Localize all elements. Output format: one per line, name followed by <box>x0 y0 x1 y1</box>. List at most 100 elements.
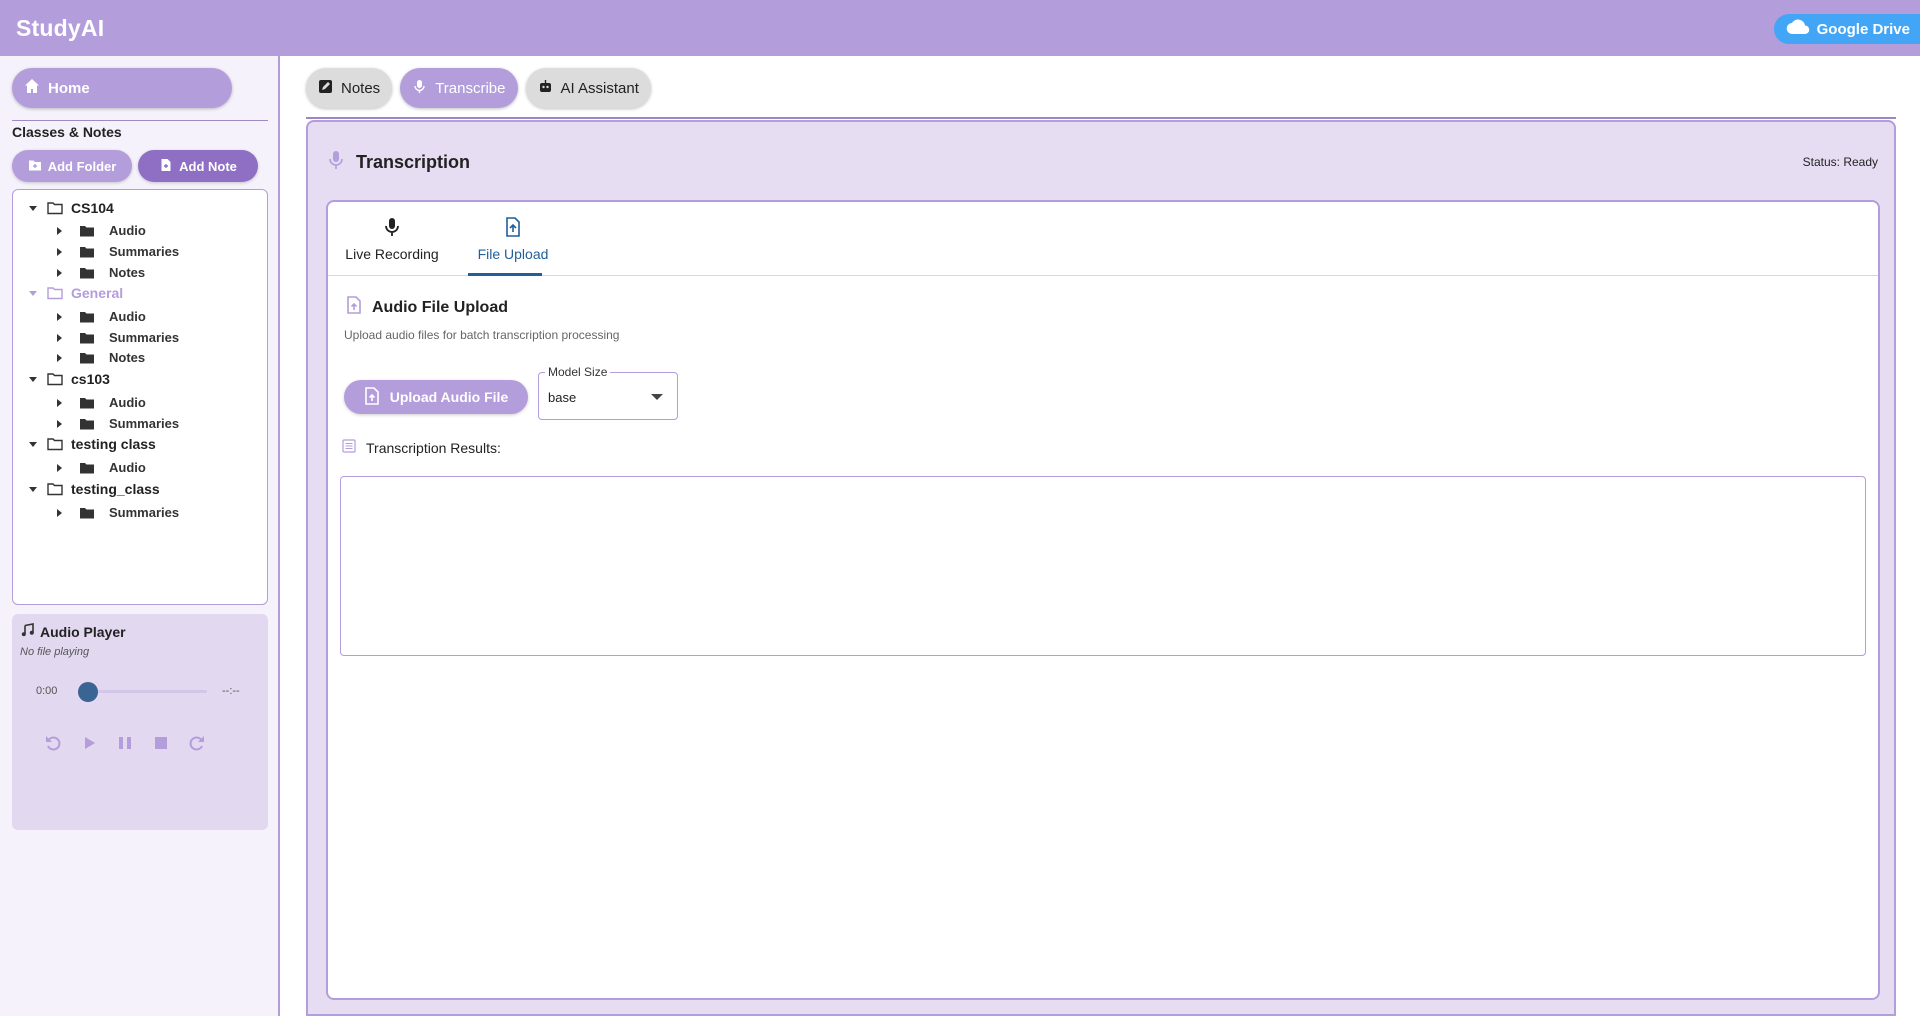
tree-folder-label: CS104 <box>71 200 114 216</box>
pause-icon <box>115 733 135 758</box>
tab-ai-assistant[interactable]: AI Assistant <box>525 68 651 108</box>
caret-right-icon[interactable] <box>53 418 65 430</box>
stop-icon <box>151 733 171 758</box>
subtab-live-recording-label: Live Recording <box>345 245 439 262</box>
results-heading-text: Transcription Results: <box>366 439 501 456</box>
now-playing-text: No file playing <box>20 646 90 658</box>
caret-down-icon[interactable] <box>27 483 39 495</box>
add-folder-button[interactable]: Add Folder <box>12 150 132 182</box>
transcription-subtabs: Live Recording File Upload <box>328 202 1878 276</box>
folder-outline-icon <box>47 372 63 386</box>
tree-subfolder[interactable]: Notes <box>53 350 145 365</box>
music-note-icon <box>21 623 35 640</box>
caret-down-icon[interactable] <box>27 373 39 385</box>
tree-folder-general[interactable]: General <box>27 285 123 301</box>
upload-audio-file-label: Upload Audio File <box>389 389 509 405</box>
tab-transcribe[interactable]: Transcribe <box>400 68 518 108</box>
caret-right-icon[interactable] <box>53 267 65 279</box>
tab-transcribe-label: Transcribe <box>435 79 506 97</box>
seek-slider-thumb[interactable] <box>78 682 98 702</box>
caret-right-icon[interactable] <box>53 397 65 409</box>
caret-right-icon[interactable] <box>53 462 65 474</box>
folder-plus-icon <box>28 158 42 175</box>
tree-folder-label: testing_class <box>71 481 160 497</box>
transcription-results-box[interactable] <box>340 476 1866 656</box>
caret-right-icon[interactable] <box>53 246 65 258</box>
folder-icon <box>79 417 95 431</box>
subtab-file-upload-label: File Upload <box>477 245 549 262</box>
tree-subfolder-label: Summaries <box>109 416 180 431</box>
replay-icon <box>43 733 63 758</box>
caret-right-icon[interactable] <box>53 507 65 519</box>
tree-folder-cs103[interactable]: cs103 <box>27 371 110 387</box>
tab-notes-label: Notes <box>341 79 381 97</box>
pause-button[interactable] <box>114 734 136 756</box>
tree-subfolder[interactable]: Summaries <box>53 505 179 520</box>
tree-subfolder-label: Summaries <box>109 244 180 259</box>
google-drive-button[interactable]: Google Drive <box>1773 14 1920 44</box>
dropdown-arrow-icon[interactable] <box>651 394 663 400</box>
tree-folder-cs104[interactable]: CS104 <box>27 200 114 216</box>
subtab-file-upload[interactable]: File Upload <box>468 202 558 276</box>
caret-right-icon[interactable] <box>53 225 65 237</box>
tree-folder-testing-class[interactable]: testing class <box>27 436 156 452</box>
note-icon <box>318 79 333 98</box>
folder-icon <box>79 266 95 280</box>
tree-subfolder[interactable]: Audio <box>53 223 146 238</box>
model-size-select[interactable]: Model Size base <box>538 365 678 420</box>
caret-down-icon[interactable] <box>27 202 39 214</box>
caret-down-icon[interactable] <box>27 287 39 299</box>
tab-notes[interactable]: Notes <box>306 68 393 108</box>
tree-subfolder-label: Summaries <box>109 505 180 520</box>
folder-outline-icon <box>47 437 63 451</box>
tree-subfolder[interactable]: Summaries <box>53 244 179 259</box>
caret-right-icon[interactable] <box>53 352 65 364</box>
upload-section-title: Audio File Upload <box>346 296 508 319</box>
forward-button[interactable] <box>186 734 208 756</box>
folder-icon <box>79 396 95 410</box>
forward-icon <box>187 733 207 758</box>
mic-icon <box>382 217 402 240</box>
tree-subfolder[interactable]: Audio <box>53 395 146 410</box>
app-header: StudyAI Google Drive <box>0 0 1920 56</box>
play-button[interactable] <box>78 734 100 756</box>
upload-section-title-text: Audio File Upload <box>372 298 508 316</box>
stop-button[interactable] <box>150 734 172 756</box>
folder-outline-icon <box>47 201 63 215</box>
seek-slider-track[interactable] <box>87 690 207 693</box>
status-text: Status: Ready <box>1802 155 1878 169</box>
tree-subfolder-label: Audio <box>109 460 146 475</box>
main-tabs: Notes Transcribe AI Assistant <box>306 68 651 108</box>
rewind-button[interactable] <box>42 734 64 756</box>
results-heading: Transcription Results: <box>342 439 501 456</box>
caret-down-icon[interactable] <box>27 438 39 450</box>
home-label: Home <box>48 79 90 97</box>
tree-folder-testing-class-underscore[interactable]: testing_class <box>27 481 160 497</box>
mic-icon <box>412 79 427 98</box>
home-icon <box>24 78 40 98</box>
upload-description: Upload audio files for batch transcripti… <box>344 328 620 342</box>
folder-icon <box>79 224 95 238</box>
current-time: 0:00 <box>36 685 58 697</box>
subtab-live-recording[interactable]: Live Recording <box>344 202 440 276</box>
upload-audio-file-button[interactable]: Upload Audio File <box>344 380 528 414</box>
tree-subfolder[interactable]: Summaries <box>53 416 179 431</box>
panel-title-text: Transcription <box>356 152 471 172</box>
tree-subfolder-label: Summaries <box>109 330 180 345</box>
tree-subfolder[interactable]: Audio <box>53 460 146 475</box>
tree-subfolder[interactable]: Audio <box>53 309 146 324</box>
tree-subfolder[interactable]: Notes <box>53 265 145 280</box>
active-tab-indicator <box>468 273 542 276</box>
duration-time: --:-- <box>222 685 240 697</box>
robot-icon <box>538 79 553 98</box>
caret-right-icon[interactable] <box>53 332 65 344</box>
sidebar: Home Classes & Notes Add Folder Add Note… <box>0 56 280 1016</box>
home-button[interactable]: Home <box>12 68 232 108</box>
caret-right-icon[interactable] <box>53 311 65 323</box>
file-upload-icon <box>346 296 362 319</box>
add-note-button[interactable]: Add Note <box>138 150 258 182</box>
tree-subfolder[interactable]: Summaries <box>53 330 179 345</box>
folder-outline-icon <box>47 286 63 300</box>
mic-icon <box>328 150 344 175</box>
sidebar-divider <box>12 120 268 121</box>
